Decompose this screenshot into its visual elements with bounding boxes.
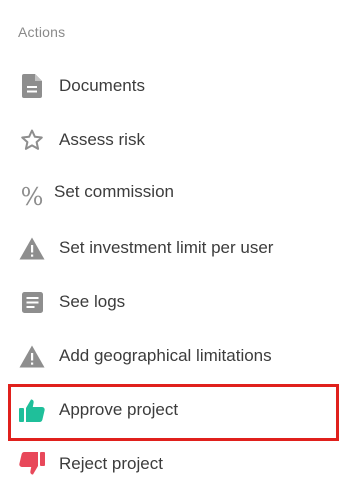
document-icon — [19, 73, 45, 99]
thumbs-up-icon — [19, 397, 45, 423]
action-label: Approve project — [59, 400, 179, 419]
thumbs-down-icon — [19, 451, 45, 477]
action-label: See logs — [59, 292, 126, 311]
star-icon — [19, 127, 45, 153]
action-assess-risk[interactable]: Assess risk — [0, 113, 343, 167]
warning-icon — [19, 343, 45, 369]
percent-icon: % — [20, 183, 44, 211]
action-documents[interactable]: Documents — [0, 59, 343, 113]
action-add-geographical-limitations[interactable]: Add geographical limitations — [0, 329, 343, 383]
warning-icon — [19, 235, 45, 261]
action-label: Assess risk — [59, 130, 145, 149]
action-label: Set commission — [54, 182, 174, 201]
action-reject-project[interactable]: Reject project — [0, 437, 343, 491]
action-label: Set investment limit per user — [59, 238, 274, 257]
actions-menu: Documents Assess risk % Set commission S… — [0, 59, 343, 491]
action-set-investment-limit[interactable]: Set investment limit per user — [0, 221, 343, 275]
action-label: Add geographical limitations — [59, 346, 272, 365]
action-set-commission[interactable]: % Set commission — [0, 167, 343, 221]
action-approve-project[interactable]: Approve project — [0, 383, 343, 441]
actions-section-title: Actions — [18, 24, 66, 40]
action-label: Reject project — [59, 454, 163, 473]
action-see-logs[interactable]: See logs — [0, 275, 343, 329]
action-label: Documents — [59, 76, 145, 95]
logs-icon — [19, 289, 45, 315]
